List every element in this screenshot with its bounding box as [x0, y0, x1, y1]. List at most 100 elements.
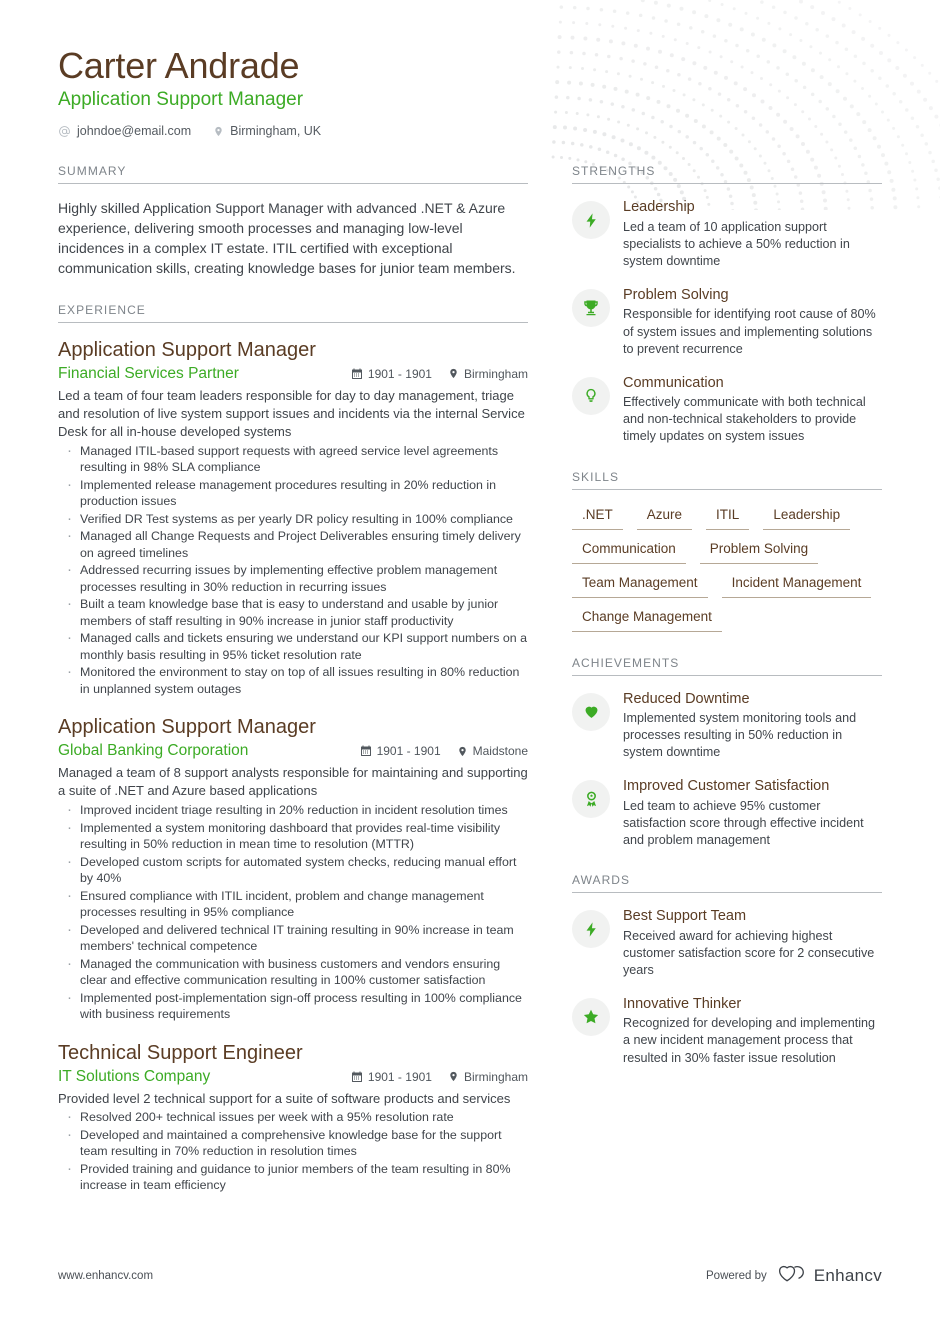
strength-entry-body: Communication Effectively communicate wit…	[623, 375, 882, 446]
powered-by-label: Powered by	[706, 1270, 767, 1282]
contact-row: johndoe@email.com Birmingham, UK	[58, 124, 882, 138]
award-entry-description: Received award for achieving highest cus…	[623, 928, 875, 977]
contact-email-text: johndoe@email.com	[77, 124, 192, 139]
summary-section-title: SUMMARY	[58, 164, 528, 185]
experience-location: Maidstone	[457, 744, 528, 758]
resume-header: Carter Andrade Application Support Manag…	[58, 45, 882, 138]
experience-bullet: Resolved 200+ technical issues per week …	[58, 1107, 528, 1126]
experience-description: Managed a team of 8 support analysts res…	[58, 765, 528, 799]
strength-entry: Problem Solving Responsible for identifyi…	[572, 287, 882, 358]
skill-chip: ITIL	[706, 505, 750, 530]
skills-section-title: SKILLS	[572, 470, 882, 490]
contact-location-text: Birmingham, UK	[230, 124, 322, 139]
experience-location-text: Birmingham	[463, 366, 528, 381]
experience-bullet: Developed custom scripts for automated s…	[58, 852, 528, 887]
achievements-section: ACHIEVEMENTS Reduced Downtime Implemented…	[572, 656, 882, 850]
awards-list: Best Support Team Received award for achi…	[572, 908, 882, 1067]
page-title: Carter Andrade	[58, 45, 300, 86]
experience-bullet: Managed all Change Requests and Project …	[58, 526, 528, 561]
skill-chip: Incident Management	[721, 573, 872, 598]
award-entry-body: Best Support Team Received award for achi…	[623, 908, 882, 979]
map-pin-filled-icon	[457, 745, 468, 758]
lightning-bolt-icon	[572, 201, 610, 240]
experience-bullet: Monitored the environment to stay on top…	[58, 662, 528, 697]
skill-chip: Problem Solving	[699, 539, 819, 564]
enhancv-logo-icon	[778, 1264, 806, 1288]
experience-dates-text: 1901 - 1901	[367, 1069, 432, 1084]
experience-dates-text: 1901 - 1901	[376, 744, 441, 759]
contact-email[interactable]: johndoe@email.com	[58, 124, 191, 138]
experience-bullet-list: Improved incident triage resulting in 20…	[58, 800, 528, 1023]
achievements-section-title: ACHIEVEMENTS	[572, 656, 882, 676]
footer-website-link[interactable]: www.enhancv.com	[58, 1270, 153, 1282]
header-job-title: Application Support Manager	[58, 89, 304, 111]
experience-role: Technical Support Engineer	[58, 1041, 303, 1064]
skill-chip: Azure	[636, 505, 693, 530]
achievement-entry-body: Improved Customer Satisfaction Led team t…	[623, 778, 882, 849]
strength-entry: Leadership Led a team of 10 application s…	[572, 199, 882, 270]
experience-bullet: Addressed recurring issues by implementi…	[58, 560, 528, 595]
skill-chip: Change Management	[572, 607, 722, 632]
strength-entry-title: Problem Solving	[623, 287, 729, 304]
enhancv-brand-name: Enhancv	[813, 1266, 882, 1285]
awards-section: AWARDS Best Support Team Received award f…	[572, 873, 882, 1067]
trophy-icon	[572, 289, 610, 328]
experience-entry: Application Support Manager Global Bankin…	[58, 715, 528, 1022]
achievement-entry: Reduced Downtime Implemented system monit…	[572, 691, 882, 762]
experience-bullet: Provided training and guidance to junior…	[58, 1159, 528, 1194]
skills-list: .NET Azure ITIL Leadership Communication Prob…	[572, 505, 882, 632]
experience-entry: Application Support Manager Financial Ser…	[58, 338, 528, 697]
award-entry-body: Innovative Thinker Recognized for develop…	[623, 996, 882, 1067]
summary-text: Highly skilled Application Support Manag…	[58, 200, 516, 276]
experience-date-location: 1901 - 1901 Birmingham	[351, 367, 528, 381]
skill-chip: Leadership	[763, 505, 851, 530]
strength-entry-description: Led a team of 10 application support spe…	[623, 219, 850, 268]
map-pin-filled-icon	[448, 367, 459, 380]
calendar-icon	[351, 1071, 363, 1083]
achievement-entry: Improved Customer Satisfaction Led team t…	[572, 778, 882, 849]
experience-section: EXPERIENCE Application Support Manager Fi…	[58, 303, 528, 1194]
achievement-entry-title: Reduced Downtime	[623, 690, 750, 707]
award-entry-title: Innovative Thinker	[623, 995, 742, 1012]
lightning-bolt-icon	[572, 910, 610, 949]
award-ribbon-icon	[572, 780, 610, 819]
experience-bullet: Improved incident triage resulting in 20…	[58, 800, 528, 819]
lightbulb-icon	[572, 376, 610, 415]
at-icon	[58, 125, 71, 138]
footer-brand-area: Powered by Enhancv	[706, 1264, 882, 1288]
achievement-entry-body: Reduced Downtime Implemented system monit…	[623, 691, 882, 762]
strengths-section: STRENGTHS Leadership Led a team of 10 app…	[572, 164, 882, 445]
awards-section-title: AWARDS	[572, 873, 882, 894]
experience-bullet: Developed and maintained a comprehensive…	[58, 1125, 528, 1160]
experience-bullet: Implemented a system monitoring dashboar…	[58, 818, 528, 853]
strength-entry-description: Responsible for identifying root cause o…	[623, 307, 876, 356]
heart-icon	[572, 692, 610, 731]
skills-section: SKILLS .NET Azure ITIL Leadership Communicat…	[572, 470, 882, 632]
experience-location-text: Maidstone	[472, 744, 528, 759]
experience-bullet: Implemented release management procedure…	[58, 475, 528, 510]
strength-entry-body: Problem Solving Responsible for identifyi…	[623, 287, 882, 358]
experience-bullet-list: Resolved 200+ technical issues per week …	[58, 1107, 528, 1194]
experience-bullet: Managed the communication with business …	[58, 954, 528, 989]
map-pin-icon	[213, 125, 224, 138]
strength-entry-title: Leadership	[623, 199, 695, 216]
experience-dates: 1901 - 1901	[351, 367, 432, 381]
experience-role: Application Support Manager	[58, 338, 316, 361]
star-icon	[572, 997, 610, 1036]
experience-entry: Technical Support Engineer IT Solutions C…	[58, 1041, 528, 1194]
strength-entry: Communication Effectively communicate wit…	[572, 375, 882, 446]
left-column: SUMMARY Highly skilled Application Suppo…	[58, 164, 528, 1218]
experience-section-title: EXPERIENCE	[58, 303, 528, 323]
award-entry-title: Best Support Team	[623, 908, 747, 925]
map-pin-filled-icon	[448, 1070, 459, 1083]
experience-meta-row: Financial Services Partner 1901 - 1901 Bir…	[58, 365, 528, 383]
experience-bullet-list: Managed ITIL-based support requests with…	[58, 441, 528, 698]
experience-location-text: Birmingham	[463, 1069, 528, 1084]
strengths-section-title: STRENGTHS	[572, 164, 882, 185]
achievement-entry-description: Implemented system monitoring tools and …	[623, 711, 857, 760]
calendar-icon	[360, 745, 372, 757]
award-entry: Innovative Thinker Recognized for develop…	[572, 996, 882, 1067]
award-entry-description: Recognized for developing and implementi…	[623, 1016, 876, 1065]
resume-columns: SUMMARY Highly skilled Application Suppo…	[58, 164, 882, 1218]
strength-entry-title: Communication	[623, 374, 724, 391]
